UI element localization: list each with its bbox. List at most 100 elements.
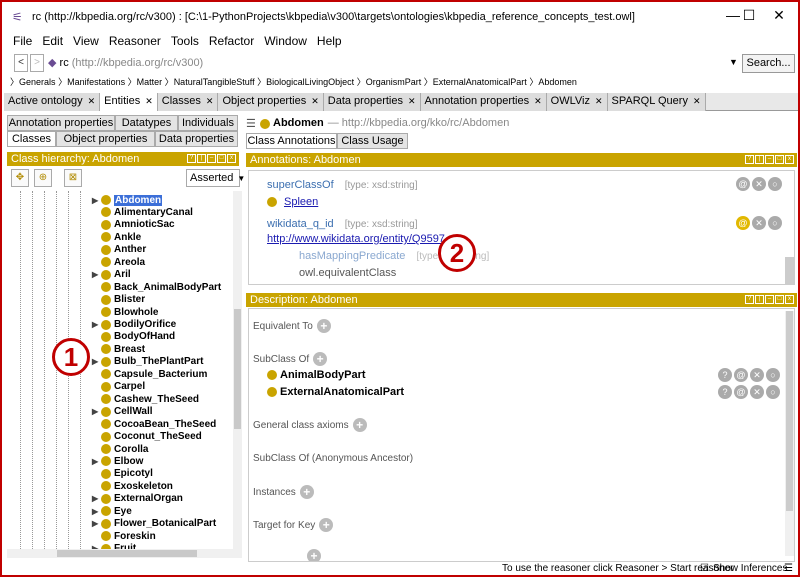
wikidata-link[interactable]: http://www.wikidata.org/entity/Q9597 — [267, 233, 445, 245]
close-icon[interactable]: ✕ — [595, 96, 603, 106]
minimize-icon[interactable]: – — [207, 154, 216, 163]
chevron-down-icon[interactable]: ▼ — [729, 57, 738, 67]
subtab-individuals[interactable]: Individuals — [178, 115, 238, 131]
expand-arrow-icon[interactable]: ▶ — [92, 357, 101, 366]
close-icon[interactable]: x — [785, 295, 794, 304]
at-icon[interactable]: @ — [736, 177, 750, 191]
close-icon[interactable]: ✕ — [88, 96, 96, 106]
at-icon[interactable]: @ — [736, 216, 750, 230]
subtab-data-properties[interactable]: Data properties — [155, 131, 238, 147]
search-button[interactable]: Search... — [742, 54, 795, 73]
tree-node[interactable]: ▶ Flower_BotanicalPart — [92, 518, 216, 530]
expand-arrow-icon[interactable]: ▶ — [92, 519, 101, 528]
tree-node[interactable]: Blowhole — [92, 306, 158, 318]
expand-arrow-icon[interactable]: ▶ — [92, 196, 101, 205]
subclass-item[interactable]: ExternalAnatomicalPart — [267, 386, 404, 398]
tree-node[interactable]: Exoskeleton — [92, 480, 173, 492]
tree-node[interactable]: ▶ Aril — [92, 269, 131, 281]
menu-refactor[interactable]: Refactor — [209, 34, 254, 48]
breadcrumb-item[interactable]: BiologicalLivingObject — [266, 77, 354, 87]
tree-node[interactable]: Epicotyl — [92, 468, 153, 480]
close-button[interactable]: ✕ — [756, 4, 798, 26]
add-subclass-icon[interactable]: ✥ — [11, 169, 29, 187]
add-sibling-icon[interactable]: ⊕ — [34, 169, 52, 187]
float-icon[interactable]: □ — [217, 154, 226, 163]
close-icon[interactable]: x — [227, 154, 236, 163]
menu-view[interactable]: View — [73, 34, 99, 48]
tab-object-properties[interactable]: Object properties ✕ — [218, 93, 324, 111]
asserted-select[interactable]: Asserted ▼ — [186, 169, 245, 187]
expand-arrow-icon[interactable]: ▶ — [92, 320, 101, 329]
tree-node[interactable]: Cashew_TheSeed — [92, 393, 199, 405]
expand-arrow-icon[interactable]: ▶ — [92, 507, 101, 516]
pin-icon[interactable]: | — [755, 155, 764, 164]
minimize-icon[interactable]: – — [765, 155, 774, 164]
description-scrollbar[interactable] — [785, 311, 794, 556]
close-icon[interactable]: ✕ — [693, 96, 701, 106]
expand-arrow-icon[interactable]: ▶ — [92, 270, 101, 279]
tab-annotation-properties[interactable]: Annotation properties ✕ — [420, 93, 547, 111]
delete-icon[interactable]: ✕ — [752, 177, 766, 191]
delete-icon[interactable]: ✕ — [750, 368, 764, 382]
scrollbar-thumb[interactable] — [786, 311, 793, 511]
tree-node[interactable]: AlimentaryCanal — [92, 206, 193, 218]
delete-icon[interactable]: ✕ — [750, 385, 764, 399]
breadcrumb-item[interactable]: NaturalTangibleStuff — [174, 77, 255, 87]
annotation-property[interactable]: superClassOf [type: xsd:string] — [267, 179, 418, 191]
forward-button[interactable]: > — [30, 54, 44, 72]
tree-node[interactable]: Corolla — [92, 443, 148, 455]
tab-classes[interactable]: Classes ✕ — [157, 93, 219, 111]
tree-node[interactable]: Capsule_Bacterium — [92, 368, 207, 380]
close-icon[interactable]: ✕ — [408, 96, 416, 106]
annotation-value-link[interactable]: Spleen — [284, 196, 318, 208]
tree-node[interactable]: ▶ BodilyOrifice — [92, 319, 176, 331]
subtab-classes[interactable]: Classes — [7, 131, 56, 147]
tree-node[interactable]: ▶ Eye — [92, 505, 132, 517]
breadcrumb-item[interactable]: ExternalAnatomicalPart — [433, 77, 527, 87]
breadcrumb-item[interactable]: Matter — [137, 77, 163, 87]
menu-reasoner[interactable]: Reasoner — [109, 34, 161, 48]
expand-arrow-icon[interactable]: ▶ — [92, 407, 101, 416]
tree-node[interactable]: Coconut_TheSeed — [92, 431, 202, 443]
explain-icon[interactable]: ? — [718, 385, 732, 399]
tree-node[interactable]: Anther — [92, 244, 146, 256]
edit-icon[interactable]: ○ — [766, 368, 780, 382]
close-icon[interactable]: ✕ — [206, 96, 214, 106]
tab-active-ontology[interactable]: Active ontology ✕ — [4, 93, 101, 111]
tree-node[interactable]: Breast — [92, 343, 145, 355]
tab-entities[interactable]: Entities ✕ — [100, 93, 158, 111]
scrollbar-thumb[interactable] — [234, 309, 241, 429]
scrollbar-thumb[interactable] — [57, 550, 197, 557]
tree-node[interactable]: ▶ ExternalOrgan — [92, 493, 183, 505]
annotations-scrollbar[interactable] — [785, 257, 794, 284]
subtab-class-annotations[interactable]: Class Annotations — [246, 133, 337, 149]
close-icon[interactable]: x — [785, 155, 794, 164]
subtab-class-usage[interactable]: Class Usage — [337, 133, 408, 149]
tree-node[interactable]: ▶ Bulb_ThePlantPart — [92, 356, 203, 368]
breadcrumb-item[interactable]: Abdomen — [538, 77, 577, 87]
tree-node[interactable]: Carpel — [92, 381, 145, 393]
tree-node[interactable]: ▶ CellWall — [92, 406, 153, 418]
edit-icon[interactable]: ○ — [768, 177, 782, 191]
tree-node[interactable]: Back_AnimalBodyPart — [92, 281, 221, 293]
menu-edit[interactable]: Edit — [42, 34, 63, 48]
subtab-annotation-properties[interactable]: Annotation properties — [7, 115, 115, 131]
add-icon[interactable]: + — [299, 485, 314, 499]
breadcrumb-item[interactable]: OrganismPart — [366, 77, 422, 87]
tab-owlviz[interactable]: OWLViz ✕ — [546, 93, 608, 111]
breadcrumb-item[interactable]: Manifestations — [67, 77, 125, 87]
expand-arrow-icon[interactable]: ▶ — [92, 494, 101, 503]
tab-sparql-query[interactable]: SPARQL Query ✕ — [607, 93, 706, 111]
explain-icon[interactable]: ? — [718, 368, 732, 382]
add-icon[interactable]: + — [316, 319, 331, 333]
pin-icon[interactable]: | — [197, 154, 206, 163]
subtab-datatypes[interactable]: Datatypes — [115, 115, 178, 131]
tree-node[interactable]: BodyOfHand — [92, 331, 175, 343]
menu-help[interactable]: Help — [317, 34, 342, 48]
tree-vertical-scrollbar[interactable] — [233, 191, 242, 551]
close-icon[interactable]: ✕ — [311, 96, 319, 106]
add-icon[interactable]: + — [352, 418, 367, 432]
breadcrumb-item[interactable]: Generals — [19, 77, 56, 87]
close-icon[interactable]: ✕ — [534, 96, 542, 106]
tree-node[interactable]: ▶ Elbow — [92, 455, 143, 467]
